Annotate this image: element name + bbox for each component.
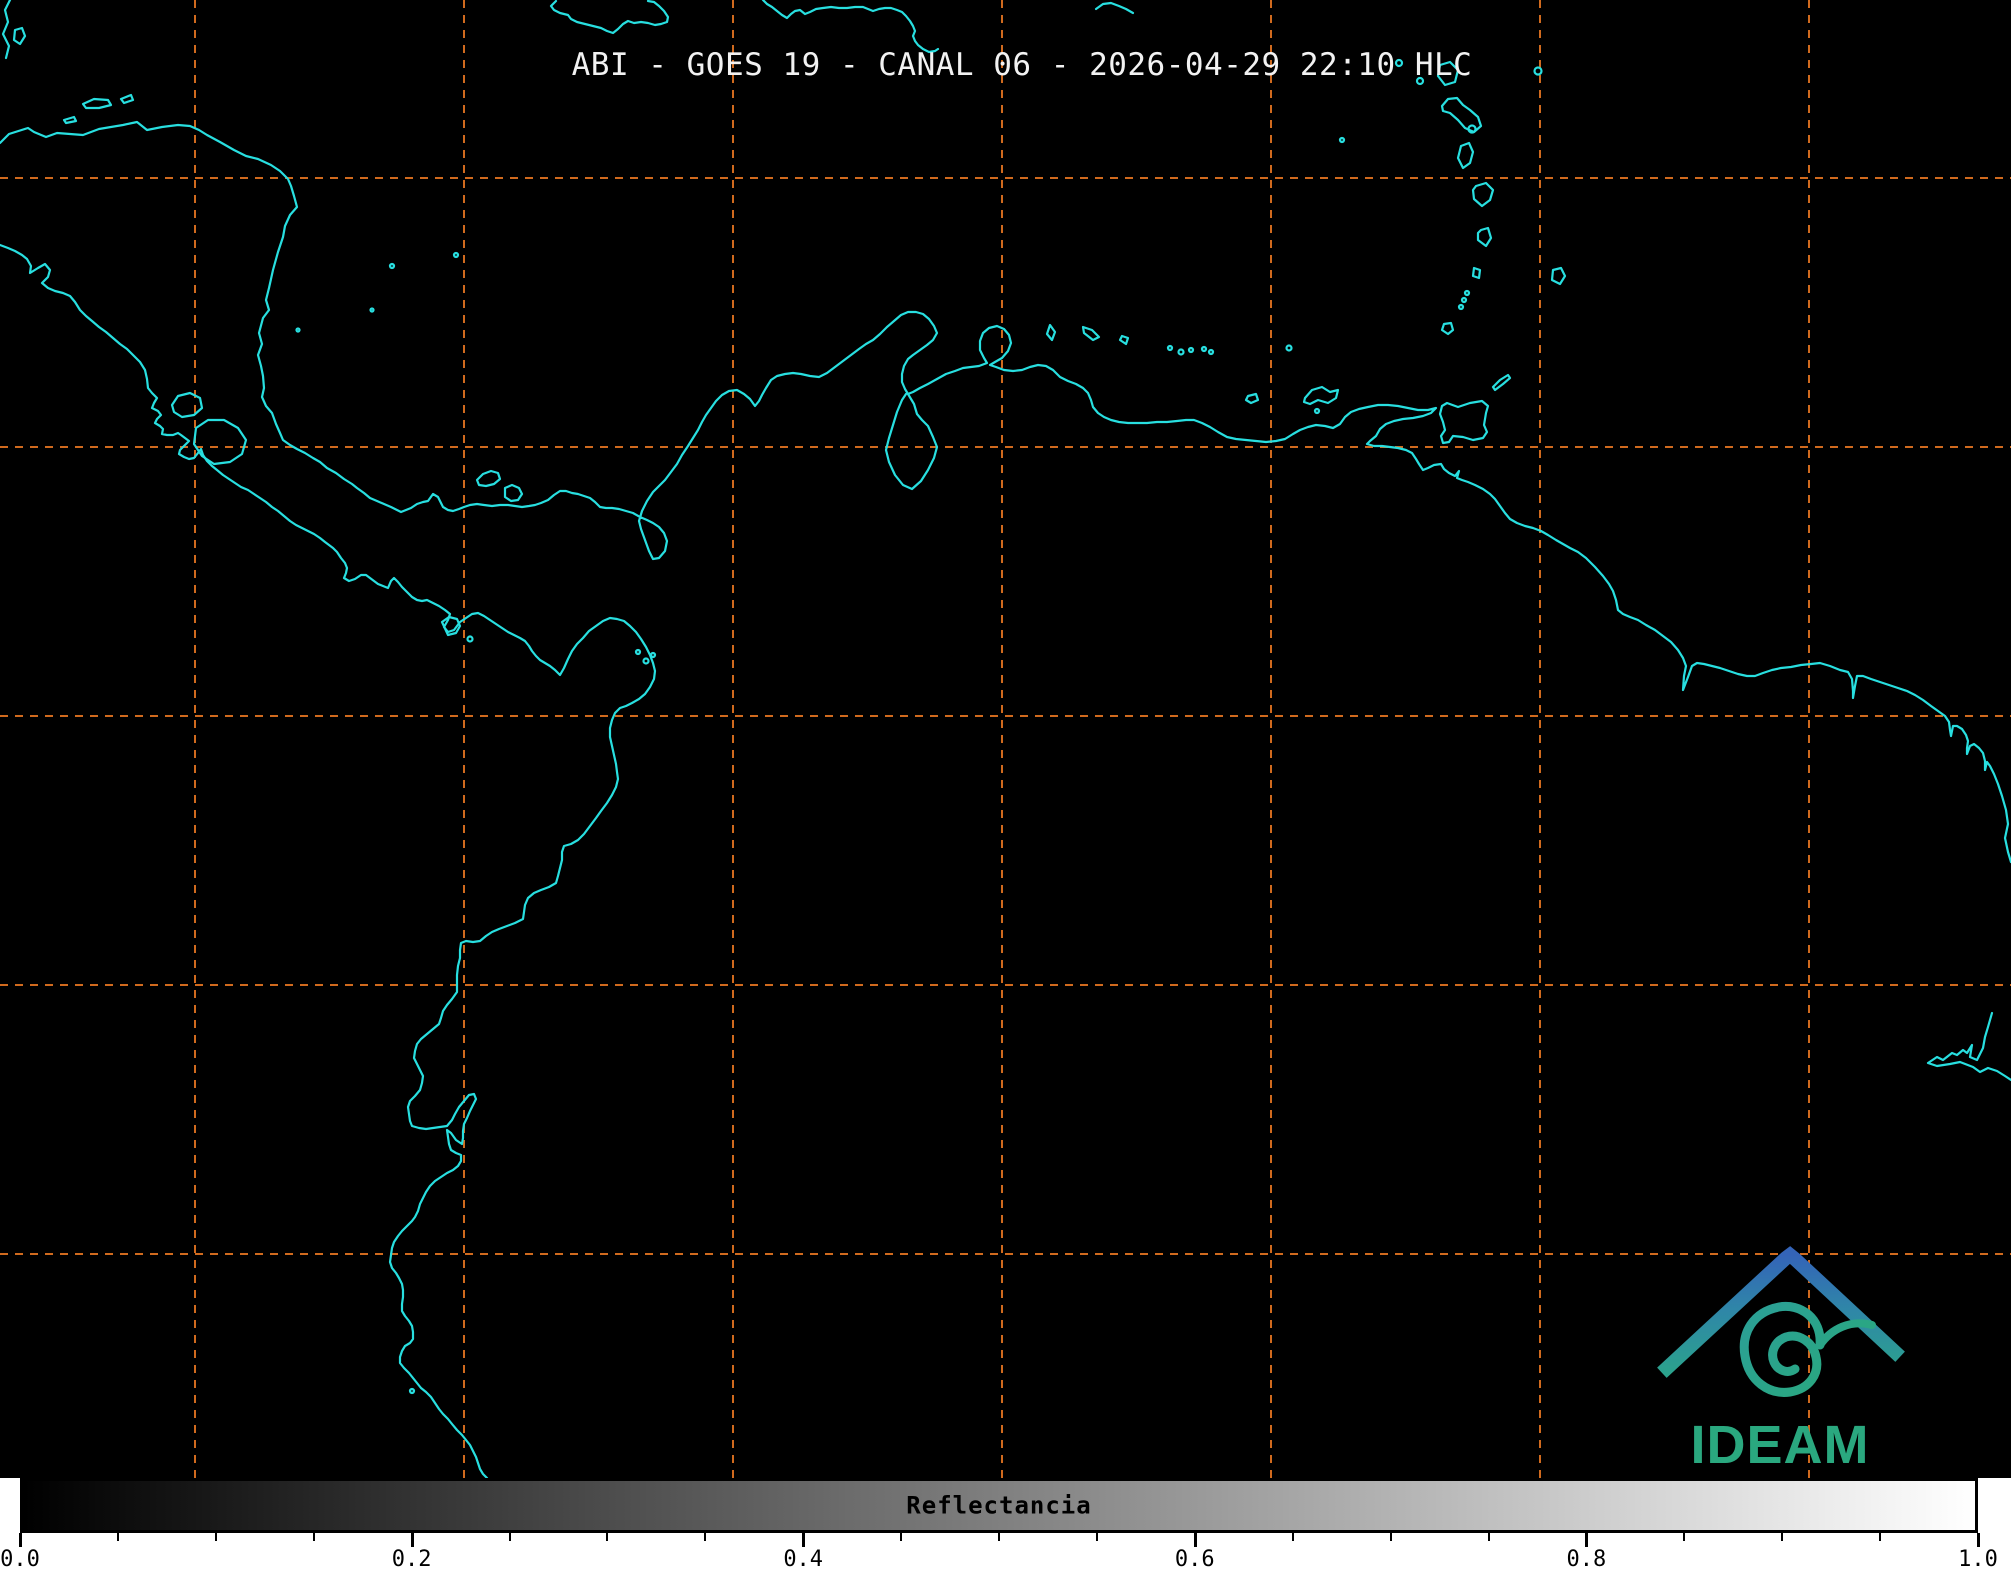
colorbar-minor-tick bbox=[312, 1533, 315, 1541]
colorbar-minor-tick bbox=[116, 1533, 119, 1541]
coastline-islet bbox=[12, 26, 27, 46]
colorbar-tick-label: 0.2 bbox=[391, 1547, 432, 1572]
reflectance-colorbar: Reflectancia bbox=[20, 1478, 1978, 1533]
coastline-la-tortuga bbox=[1244, 392, 1260, 405]
coastline-pacific bbox=[0, 243, 657, 1478]
coastline-curacao bbox=[1081, 325, 1101, 342]
coastline-martinique bbox=[1471, 181, 1495, 208]
coastline-tobago bbox=[1491, 373, 1512, 392]
colorbar-minor-tick bbox=[1781, 1533, 1784, 1541]
coastline-lake-maracaibo bbox=[884, 392, 939, 491]
coastline-margarita bbox=[1302, 385, 1340, 406]
coastline-pearl-island bbox=[649, 651, 657, 659]
coastline-dominica bbox=[1456, 141, 1475, 170]
coastline-marie-galante bbox=[1467, 124, 1477, 134]
colorbar-major-tick bbox=[802, 1533, 806, 1547]
colorbar-minor-tick bbox=[1389, 1533, 1392, 1541]
colorbar-minor-tick bbox=[606, 1533, 609, 1541]
coastline-grenadines bbox=[1460, 296, 1468, 304]
colorbar-tick-label: 1.0 bbox=[1958, 1547, 1998, 1572]
coastline-st-lucia bbox=[1476, 226, 1493, 248]
ideam-logo-text: IDEAM bbox=[1690, 1415, 1870, 1475]
coastline-la-orchila bbox=[1285, 344, 1293, 352]
coastline-san-andres bbox=[388, 262, 396, 270]
colorbar-minor-tick bbox=[1879, 1533, 1882, 1541]
coastline-islet bbox=[119, 93, 135, 105]
coastline-islet bbox=[408, 1387, 416, 1395]
coastline-cebaco bbox=[466, 635, 474, 643]
coastline-barbados bbox=[1550, 266, 1567, 286]
product-title: ABI - GOES 19 - CANAL 06 - 2026-04-29 22… bbox=[571, 47, 1473, 83]
colorbar-minor-tick bbox=[508, 1533, 511, 1541]
coastline-islet bbox=[1533, 66, 1543, 76]
coastline-central-america-caribbean bbox=[0, 120, 2011, 864]
coastline-trinidad bbox=[1438, 399, 1490, 445]
ideam-logo: IDEAM bbox=[1640, 1240, 1920, 1475]
colorbar-major-tick bbox=[19, 1533, 22, 1547]
colorbar-label: Reflectancia bbox=[906, 1490, 1092, 1519]
coastline-st-vincent bbox=[1471, 266, 1482, 280]
coastline-islet bbox=[62, 115, 78, 125]
colorbar-major-tick bbox=[1585, 1533, 1589, 1547]
coastline-yucatan-fragments bbox=[1, 0, 12, 60]
colorbar-major-tick bbox=[1193, 1533, 1197, 1547]
coastline-providencia bbox=[452, 251, 460, 259]
coastline-grenadines bbox=[1457, 303, 1465, 311]
colorbar-minor-tick bbox=[1487, 1533, 1490, 1541]
colorbar-axis: 0.0 0.2 0.4 0.6 0.8 1.0 bbox=[0, 1533, 2011, 1577]
colorbar-minor-tick bbox=[998, 1533, 1000, 1541]
goes-satellite-image: ABI - GOES 19 - CANAL 06 - 2026-04-29 22… bbox=[0, 0, 2011, 1577]
coastline-cay bbox=[369, 307, 375, 313]
colorbar-minor-tick bbox=[1291, 1533, 1294, 1541]
coastline-jamaica bbox=[549, 0, 670, 35]
coastline-bocas-islet bbox=[503, 483, 524, 503]
coastline-bocas-del-toro bbox=[475, 469, 502, 488]
colorbar-major-tick bbox=[410, 1533, 414, 1547]
colorbar-minor-tick bbox=[1095, 1533, 1098, 1541]
colorbar-tick-label: 0.4 bbox=[783, 1547, 824, 1572]
coastline-puerto-rico bbox=[1094, 1, 1135, 15]
coastline-islet bbox=[1187, 346, 1195, 354]
coastline-lake-nicaragua bbox=[192, 418, 248, 466]
coastline-aruba bbox=[1045, 323, 1057, 342]
colorbar-minor-tick bbox=[214, 1533, 217, 1541]
coastline-hispaniola bbox=[761, 0, 940, 54]
coastline-lake-managua bbox=[170, 391, 204, 419]
colorbar-tick-label: 0.8 bbox=[1566, 1547, 1607, 1572]
coastline-amazon-fragment bbox=[1926, 1011, 2011, 1082]
coastline-grenada bbox=[1440, 321, 1455, 336]
coastline-islet bbox=[1177, 348, 1185, 356]
coastline-bonaire bbox=[1118, 334, 1130, 346]
coastline-bay-islands bbox=[81, 97, 113, 110]
coastline-coche bbox=[1313, 407, 1321, 415]
colorbar-major-tick bbox=[1977, 1533, 1980, 1547]
colorbar-tick-label: 0.6 bbox=[1174, 1547, 1215, 1572]
coastline-grenadines bbox=[1463, 289, 1471, 297]
coastline-pearl-island bbox=[634, 648, 642, 656]
colorbar-minor-tick bbox=[704, 1533, 707, 1541]
coastline-islet bbox=[1200, 345, 1208, 353]
colorbar-tick-label: 0.0 bbox=[0, 1547, 40, 1572]
coastline-cay bbox=[295, 327, 301, 333]
colorbar-minor-tick bbox=[900, 1533, 903, 1541]
coastline-islet bbox=[1207, 348, 1215, 356]
coastline-la-blanquilla bbox=[1338, 136, 1346, 144]
colorbar-minor-tick bbox=[1683, 1533, 1686, 1541]
coastline-pearl-island bbox=[642, 657, 650, 665]
coastline-islet bbox=[1166, 344, 1174, 352]
